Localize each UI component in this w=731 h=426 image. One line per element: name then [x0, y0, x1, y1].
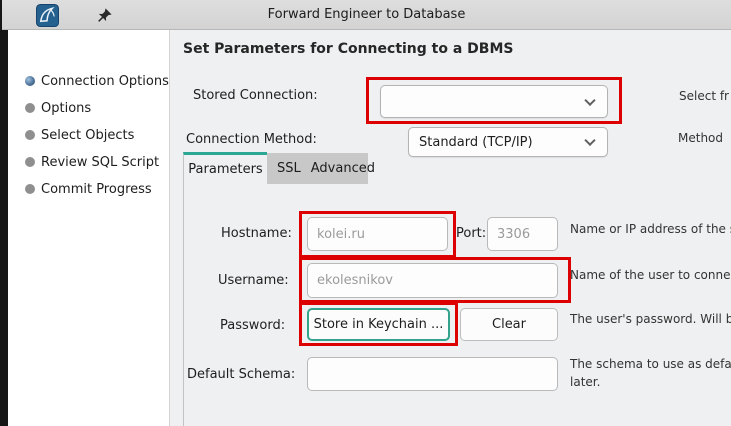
- tab-panel-border: [183, 184, 184, 426]
- main-panel: Set Parameters for Connecting to a DBMS …: [170, 30, 731, 426]
- username-hint: Name of the user to connect with: [570, 268, 731, 282]
- default-schema-hint-line1: The schema to use as default sch: [570, 357, 731, 371]
- step-dot-icon: [25, 157, 35, 167]
- chevron-down-icon: [584, 135, 595, 146]
- connection-method-value: Standard (TCP/IP): [419, 135, 533, 150]
- pin-icon[interactable]: [96, 7, 113, 24]
- connection-method-hint: Method: [678, 131, 723, 145]
- page-title: Set Parameters for Connecting to a DBMS: [183, 41, 513, 57]
- clear-password-button[interactable]: Clear: [460, 308, 558, 341]
- step-dot-icon: [25, 130, 35, 140]
- step-dot-icon: [25, 103, 35, 113]
- stored-connection-dropdown[interactable]: [380, 85, 608, 118]
- sidebar-item-review-sql-script[interactable]: Review SQL Script: [8, 152, 169, 172]
- default-schema-hint-line2: later.: [570, 375, 600, 389]
- sidebar-item-label: Commit Progress: [41, 182, 152, 197]
- tab-group-inactive: SSL Advanced: [267, 153, 368, 184]
- sidebar-item-label: Connection Options: [41, 74, 169, 89]
- step-dot-icon: [25, 184, 35, 194]
- stored-connection-hint: Select fr: [679, 89, 729, 103]
- wizard-steps-sidebar: Connection Options Options Select Object…: [8, 30, 170, 426]
- hostname-hint: Name or IP address of the server: [570, 222, 731, 236]
- sidebar-item-label: Options: [41, 101, 91, 116]
- connection-method-label: Connection Method:: [186, 132, 317, 147]
- hostname-label: Hostname:: [221, 226, 292, 241]
- store-in-keychain-button[interactable]: Store in Keychain ...: [307, 308, 450, 341]
- sidebar-item-connection-options[interactable]: Connection Options: [8, 71, 169, 91]
- default-schema-input[interactable]: [307, 357, 558, 391]
- port-label: Port:: [456, 226, 486, 241]
- stored-connection-label: Stored Connection:: [193, 88, 318, 103]
- connection-method-dropdown[interactable]: Standard (TCP/IP): [408, 127, 608, 157]
- tab-label: Parameters: [188, 162, 262, 177]
- sidebar-item-select-objects[interactable]: Select Objects: [8, 125, 169, 145]
- password-hint: The user's password. Will be req: [570, 312, 731, 326]
- username-label: Username:: [218, 273, 289, 288]
- tab-ssl[interactable]: SSL: [267, 161, 311, 176]
- chevron-down-icon: [584, 94, 595, 105]
- tab-parameters[interactable]: Parameters: [183, 152, 267, 184]
- username-input[interactable]: [307, 263, 558, 298]
- sidebar-item-options[interactable]: Options: [8, 98, 169, 118]
- sidebar-item-label: Select Objects: [41, 128, 134, 143]
- mysql-workbench-icon: [36, 4, 59, 27]
- tab-advanced[interactable]: Advanced: [311, 161, 385, 176]
- sidebar-item-commit-progress[interactable]: Commit Progress: [8, 179, 169, 199]
- hostname-input[interactable]: [307, 217, 448, 251]
- step-active-dot-icon: [25, 76, 35, 86]
- title-bar: Forward Engineer to Database: [2, 0, 731, 30]
- port-input[interactable]: [487, 217, 558, 251]
- password-label: Password:: [220, 318, 285, 333]
- sidebar-item-label: Review SQL Script: [41, 155, 159, 170]
- default-schema-label: Default Schema:: [187, 367, 295, 382]
